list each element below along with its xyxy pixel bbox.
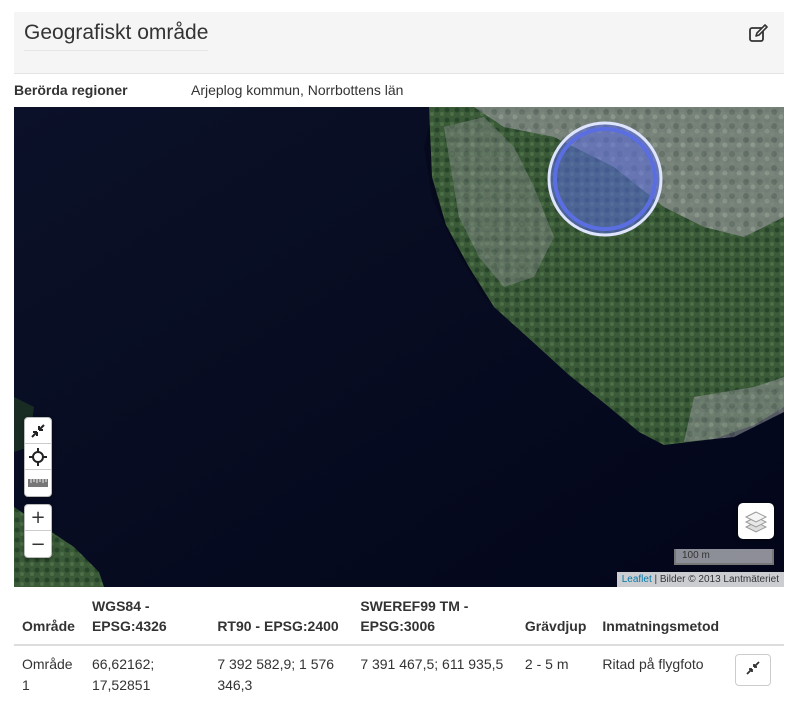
crosshair-icon[interactable] [25,444,51,470]
attribution-text: Bilder © 2013 Lantmäteriet [659,574,779,585]
header-actions [727,590,784,646]
ruler-icon[interactable] [25,470,51,496]
panel-heading: Geografiskt område [14,12,784,74]
cell-rt90: 7 392 582,9; 1 576 346,3 [217,656,335,693]
header-area: Område [14,590,84,646]
header-wgs84: WGS84 - EPSG:4326 [83,590,210,646]
cell-method: Ritad på flygfoto [602,656,704,672]
edit-icon[interactable] [748,22,770,44]
header-rt90: RT90 - EPSG:2400 [209,590,353,646]
panel-title: Geografiskt område [24,21,209,51]
header-depth: Grävdjup [516,590,595,646]
regions-row: Berörda regioner Arjeplog kommun, Norrbo… [14,82,784,106]
map-view[interactable]: + − 100 m Leaflet | Bilder © 2013 Lantmä… [14,107,784,587]
regions-value: Arjeplog kommun, Norrbottens län [191,82,404,98]
table-header-row: Område WGS84 - EPSG:4326 RT90 - EPSG:240… [14,590,784,646]
leaflet-link[interactable]: Leaflet [622,574,652,585]
collapse-button[interactable] [735,654,772,686]
cell-wgs84: 66,62162; 17,52851 [91,656,155,693]
cell-sweref: 7 391 467,5; 611 935,5 [360,656,504,672]
regions-label: Berörda regioner [14,82,128,98]
header-sweref: SWEREF99 TM - EPSG:3006 [352,590,517,646]
coordinates-table: Område WGS84 - EPSG:4326 RT90 - EPSG:240… [14,590,784,704]
area-marker [547,121,663,237]
cell-actions [727,645,784,704]
scale-bar: 100 m [674,549,774,565]
header-method: Inmatningsmetod [594,590,728,646]
collapse-arrows-icon[interactable] [25,418,51,444]
zoom-control: + − [24,504,52,558]
layers-icon[interactable] [738,503,774,539]
satellite-imagery [14,107,784,587]
table-row: Område 1 66,62162; 17,52851 7 392 582,9;… [14,645,784,704]
map-attribution: Leaflet | Bilder © 2013 Lantmäteriet [616,572,784,587]
zoom-out-button[interactable]: − [25,531,51,557]
zoom-in-button[interactable]: + [25,505,51,531]
map-tools-group [24,417,52,497]
attribution-separator: | [651,574,660,585]
collapse-icon [746,660,760,681]
cell-depth: 2 - 5 m [524,656,569,672]
cell-area: Område 1 [22,656,73,693]
